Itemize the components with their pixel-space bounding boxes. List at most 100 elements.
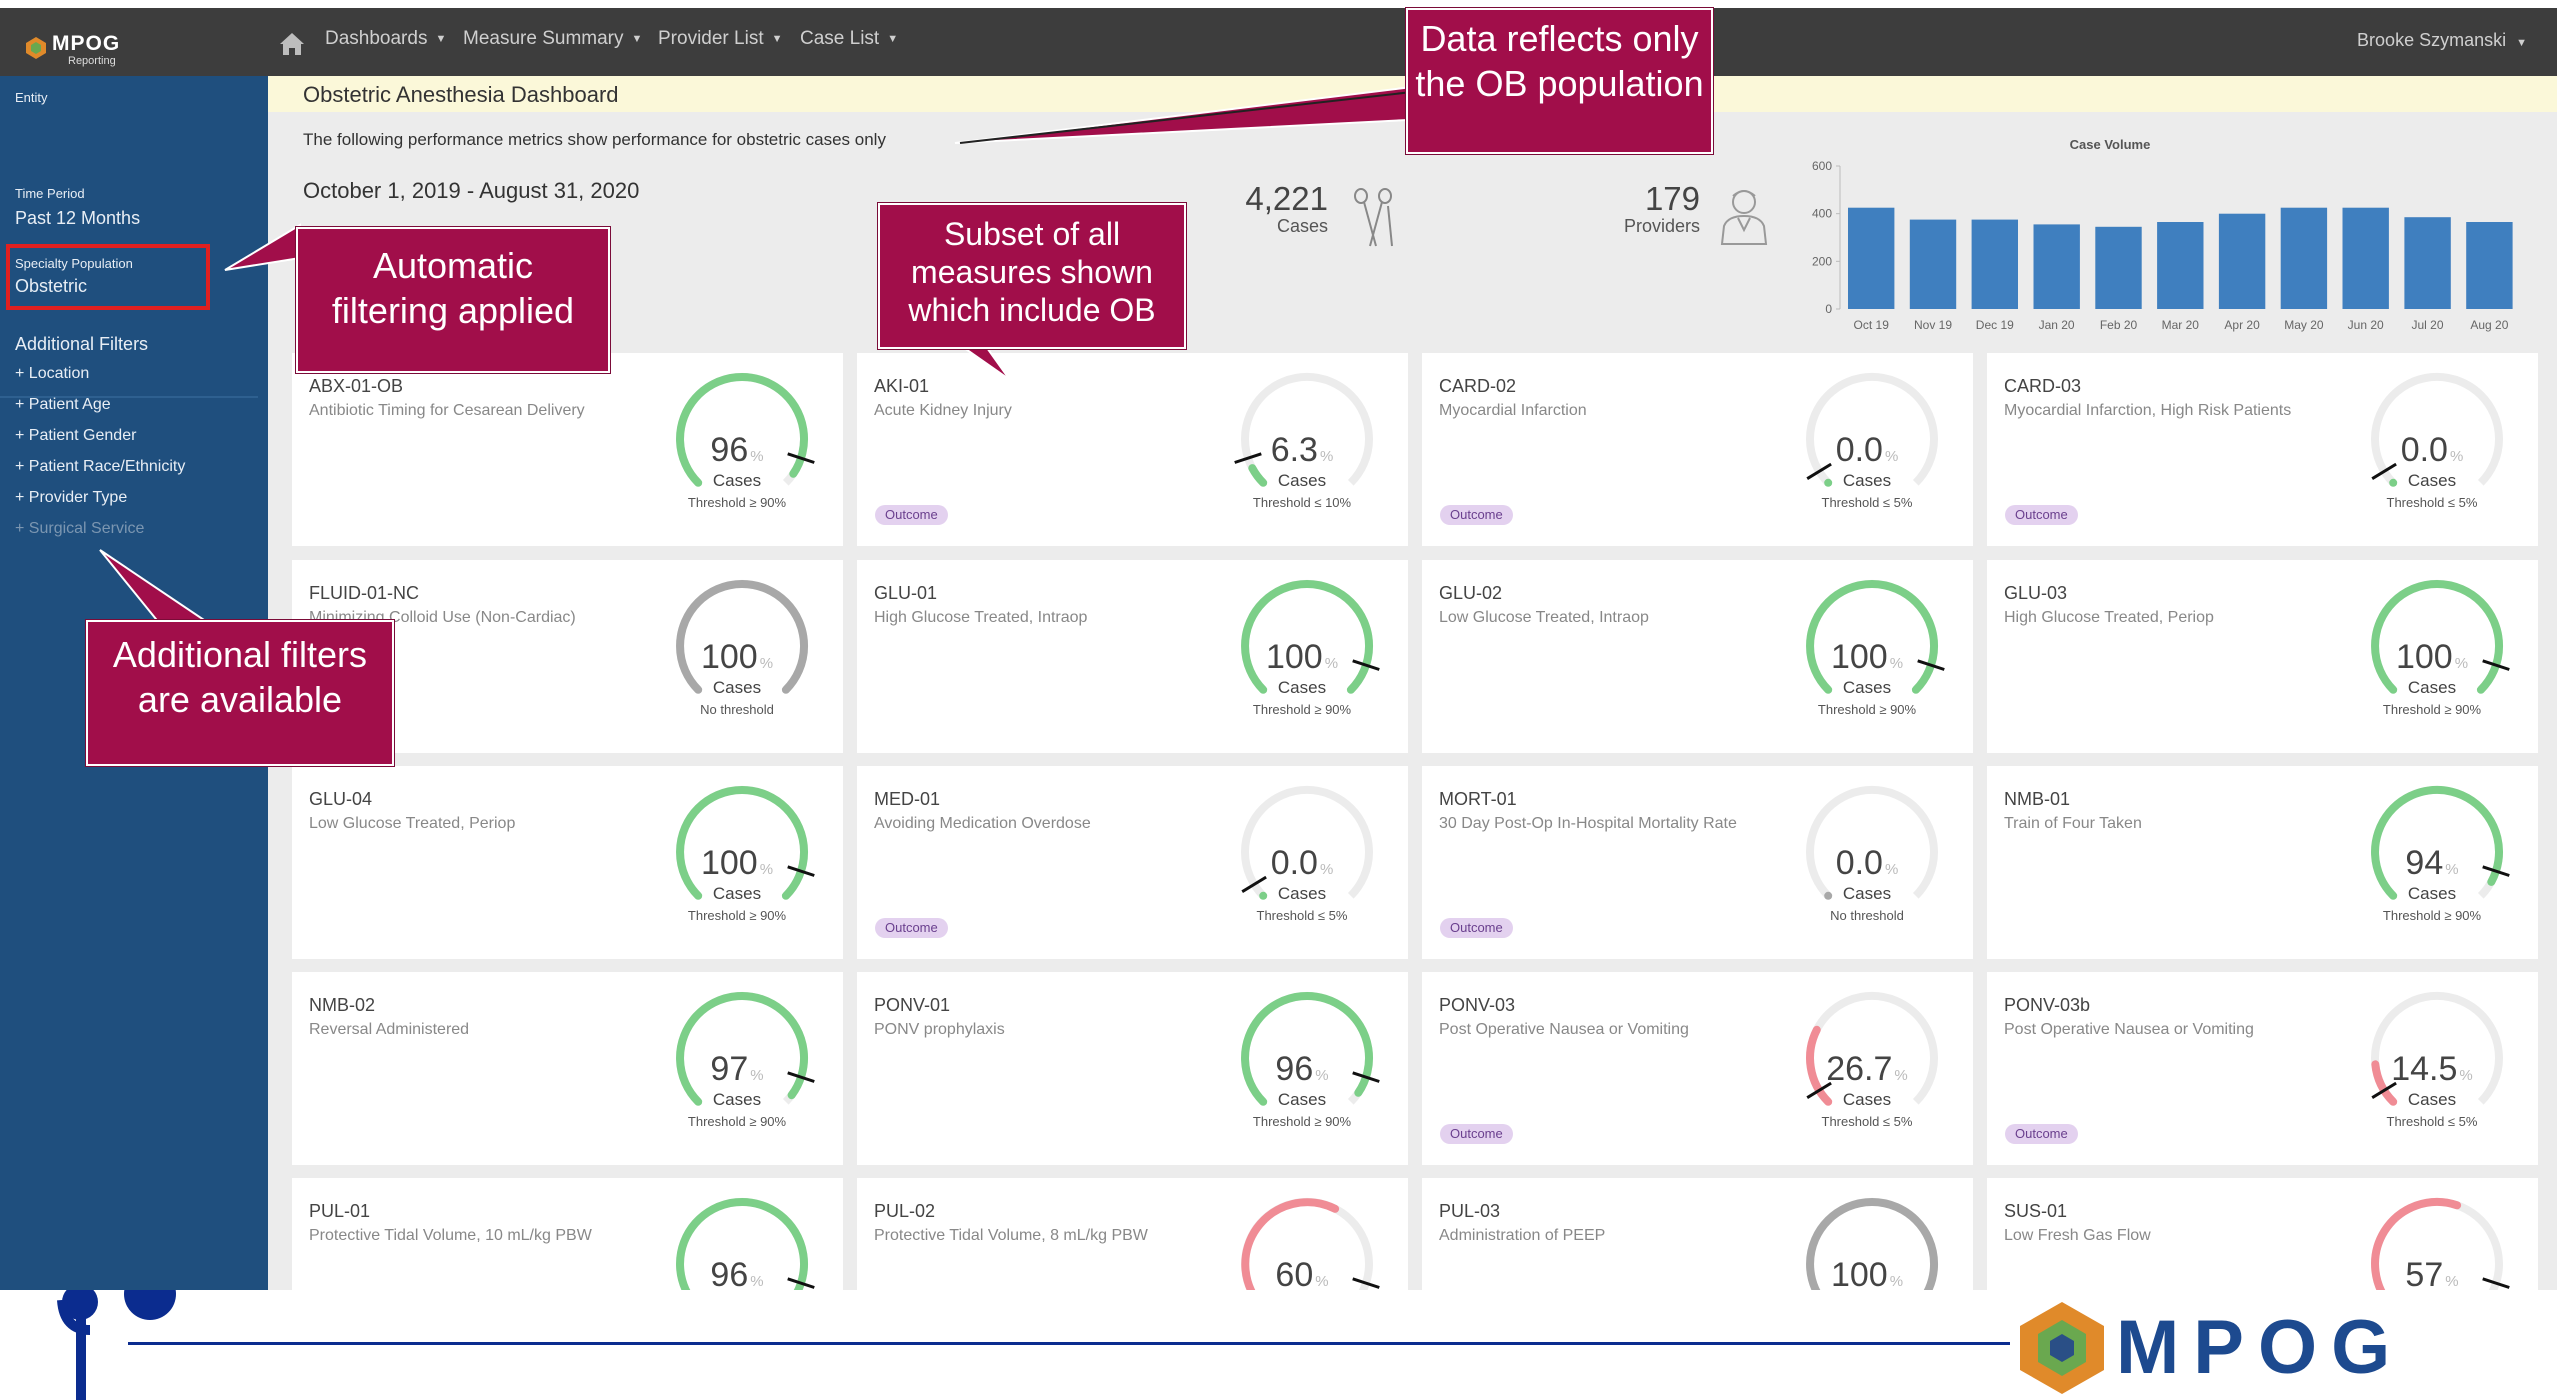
time-period-value[interactable]: Past 12 Months (15, 208, 140, 229)
date-range: October 1, 2019 - August 31, 2020 (303, 178, 640, 203)
measure-id: PONV-03 (1439, 995, 1516, 1015)
x-tick-label: Aug 20 (2470, 318, 2508, 332)
providers-label: Providers (1623, 216, 1700, 236)
callout-subset: Subset of all measures shown which inclu… (878, 203, 1186, 349)
nav-measure-summary[interactable]: Measure Summary ▼ (463, 28, 642, 50)
measure-card[interactable]: NMB-01 Train of Four Taken 94% Cases Thresho… (1987, 766, 2538, 959)
percent-sign: % (2459, 1067, 2473, 1084)
measure-id: PUL-03 (1439, 1201, 1501, 1221)
measure-id: NMB-02 (309, 995, 376, 1015)
percent-sign: % (1889, 1273, 1904, 1290)
filter-patient-race[interactable]: + Patient Race/Ethnicity (15, 458, 185, 476)
y-tick-label: 0 (1825, 302, 1832, 316)
x-tick-label: Apr 20 (2224, 318, 2260, 332)
measure-card[interactable]: PUL-03 Administration of PEEP 100% (1422, 1178, 1973, 1312)
outcome-badge: Outcome (875, 918, 948, 938)
measure-value: 0.0% (1835, 431, 1899, 469)
measure-card[interactable]: GLU-01 High Glucose Treated, Intraop 100% C… (857, 560, 1408, 753)
additional-filters-heading: Additional Filters (15, 334, 149, 354)
outcome-badge: Outcome (2005, 1124, 2078, 1144)
callout-additional: Additional filters are available (86, 620, 394, 766)
caret-down-icon: ▼ (887, 33, 899, 45)
measure-name: Avoiding Medication Overdose (874, 815, 1091, 832)
threshold-label: Threshold ≥ 90% (687, 908, 787, 923)
providers-count: 179 (1644, 180, 1700, 217)
percent-sign: % (1315, 1067, 1329, 1084)
entity-label[interactable]: Entity (15, 90, 48, 105)
percent-sign: % (759, 861, 774, 878)
user-menu[interactable]: Brooke Szymanski ▼ (2357, 30, 2527, 51)
filter-patient-age[interactable]: + Patient Age (15, 396, 111, 414)
cases-caption: Cases (1277, 471, 1327, 490)
measure-id: GLU-01 (874, 583, 938, 603)
measure-card[interactable]: ABX-01-OB Antibiotic Timing for Cesarean … (292, 353, 843, 546)
cases-caption: Cases (2407, 884, 2457, 903)
page-title: Obstetric Anesthesia Dashboard (303, 82, 619, 107)
nav-dashboards[interactable]: Dashboards ▼ (325, 28, 446, 50)
measure-card[interactable]: PONV-01 PONV prophylaxis 96% Cases Threshold… (857, 972, 1408, 1165)
cases-caption: Cases (1842, 678, 1892, 697)
app-logo[interactable]: MPOG Reporting (24, 28, 154, 68)
measure-card[interactable]: AKI-01 Acute Kidney Injury Outcome 6.3% Case… (857, 353, 1408, 546)
cases-caption: Cases (2407, 471, 2457, 490)
measure-id: PONV-01 (874, 995, 951, 1015)
measure-value: 96% (710, 431, 764, 469)
filter-patient-gender[interactable]: + Patient Gender (15, 427, 136, 445)
measure-card[interactable]: PUL-02 Protective Tidal Volume, 8 mL/kg P… (857, 1178, 1408, 1312)
filter-location[interactable]: + Location (15, 365, 89, 383)
threshold-label: Threshold ≥ 90% (687, 1114, 787, 1129)
measure-card[interactable]: SUS-01 Low Fresh Gas Flow 57% (1987, 1178, 2538, 1312)
measure-name: Post Operative Nausea or Vomiting (2004, 1021, 2254, 1038)
measure-card[interactable]: CARD-02 Myocardial Infarction Outcome 0.0% C… (1422, 353, 1973, 546)
measure-id: FLUID-01-NC (309, 583, 420, 603)
percent-sign: % (750, 1067, 764, 1084)
cases-caption: Cases (1842, 471, 1892, 490)
measure-name: Myocardial Infarction (1439, 402, 1587, 419)
measure-name: Low Glucose Treated, Periop (309, 815, 516, 832)
caret-down-icon: ▼ (771, 33, 783, 45)
threshold-label: Threshold ≥ 90% (2382, 908, 2482, 923)
slide-footer: MPOG (0, 1290, 2557, 1400)
measure-card[interactable]: CARD-03 Myocardial Infarction, High Risk … (1987, 353, 2538, 546)
measure-card[interactable]: NMB-02 Reversal Administered 97% Cases Thres… (292, 972, 843, 1165)
nav-provider-list[interactable]: Provider List ▼ (658, 28, 783, 50)
specialty-highlight-box (6, 244, 210, 310)
measure-id: ABX-01-OB (309, 376, 404, 396)
chart-bar (2404, 217, 2451, 309)
filter-surgical-service[interactable]: + Surgical Service (15, 520, 144, 538)
y-tick-label: 600 (1812, 159, 1832, 173)
measure-card[interactable]: GLU-02 Low Glucose Treated, Intraop 100% Ca… (1422, 560, 1973, 753)
threshold-label: No threshold (1830, 908, 1904, 923)
measure-name: Myocardial Infarction, High Risk Patient… (2004, 402, 2292, 419)
measure-name: Reversal Administered (309, 1021, 470, 1038)
chart-bar (2280, 207, 2328, 309)
percent-sign: % (1884, 448, 1899, 465)
chart-bar (2033, 224, 2080, 309)
cases-count: 4,221 (1245, 180, 1328, 217)
filter-provider-type[interactable]: + Provider Type (15, 489, 127, 507)
measure-card[interactable]: PONV-03b Post Operative Nausea or Vomitin… (1987, 972, 2538, 1165)
page-subtitle: The following performance metrics show p… (303, 130, 886, 149)
measure-name: Low Glucose Treated, Intraop (1439, 609, 1649, 626)
measure-id: AKI-01 (874, 376, 930, 396)
percent-sign: % (1884, 861, 1899, 878)
cases-caption: Cases (2407, 1090, 2457, 1109)
measure-value: 14.5% (2391, 1050, 2473, 1088)
home-icon[interactable] (279, 31, 305, 57)
chart-bar (2095, 226, 2142, 309)
measure-card[interactable]: GLU-04 Low Glucose Treated, Periop 100% Cas… (292, 766, 843, 959)
measure-card[interactable]: PUL-01 Protective Tidal Volume, 10 mL/kg … (292, 1178, 843, 1312)
top-strip (0, 0, 2557, 8)
provider-icon (1720, 190, 1768, 245)
threshold-label: Threshold ≤ 5% (1821, 495, 1913, 510)
nav-case-list[interactable]: Case List ▼ (800, 28, 898, 50)
measure-value: 6.3% (1270, 431, 1334, 469)
measure-card[interactable]: MORT-01 30 Day Post-Op In-Hospital Mortal… (1422, 766, 1973, 959)
measure-card[interactable]: GLU-03 High Glucose Treated, Periop 100% Ca… (1987, 560, 2538, 753)
measure-card[interactable]: PONV-03 Post Operative Nausea or Vomiting… (1422, 972, 1973, 1165)
chart-title: Case Volume (2070, 137, 2151, 152)
outcome-badge: Outcome (1440, 918, 1513, 938)
x-tick-label: Jul 20 (2411, 318, 2443, 332)
measure-card[interactable]: MED-01 Avoiding Medication Overdose Outcom… (857, 766, 1408, 959)
footer-logo-text: MPOG (2116, 1305, 2405, 1390)
